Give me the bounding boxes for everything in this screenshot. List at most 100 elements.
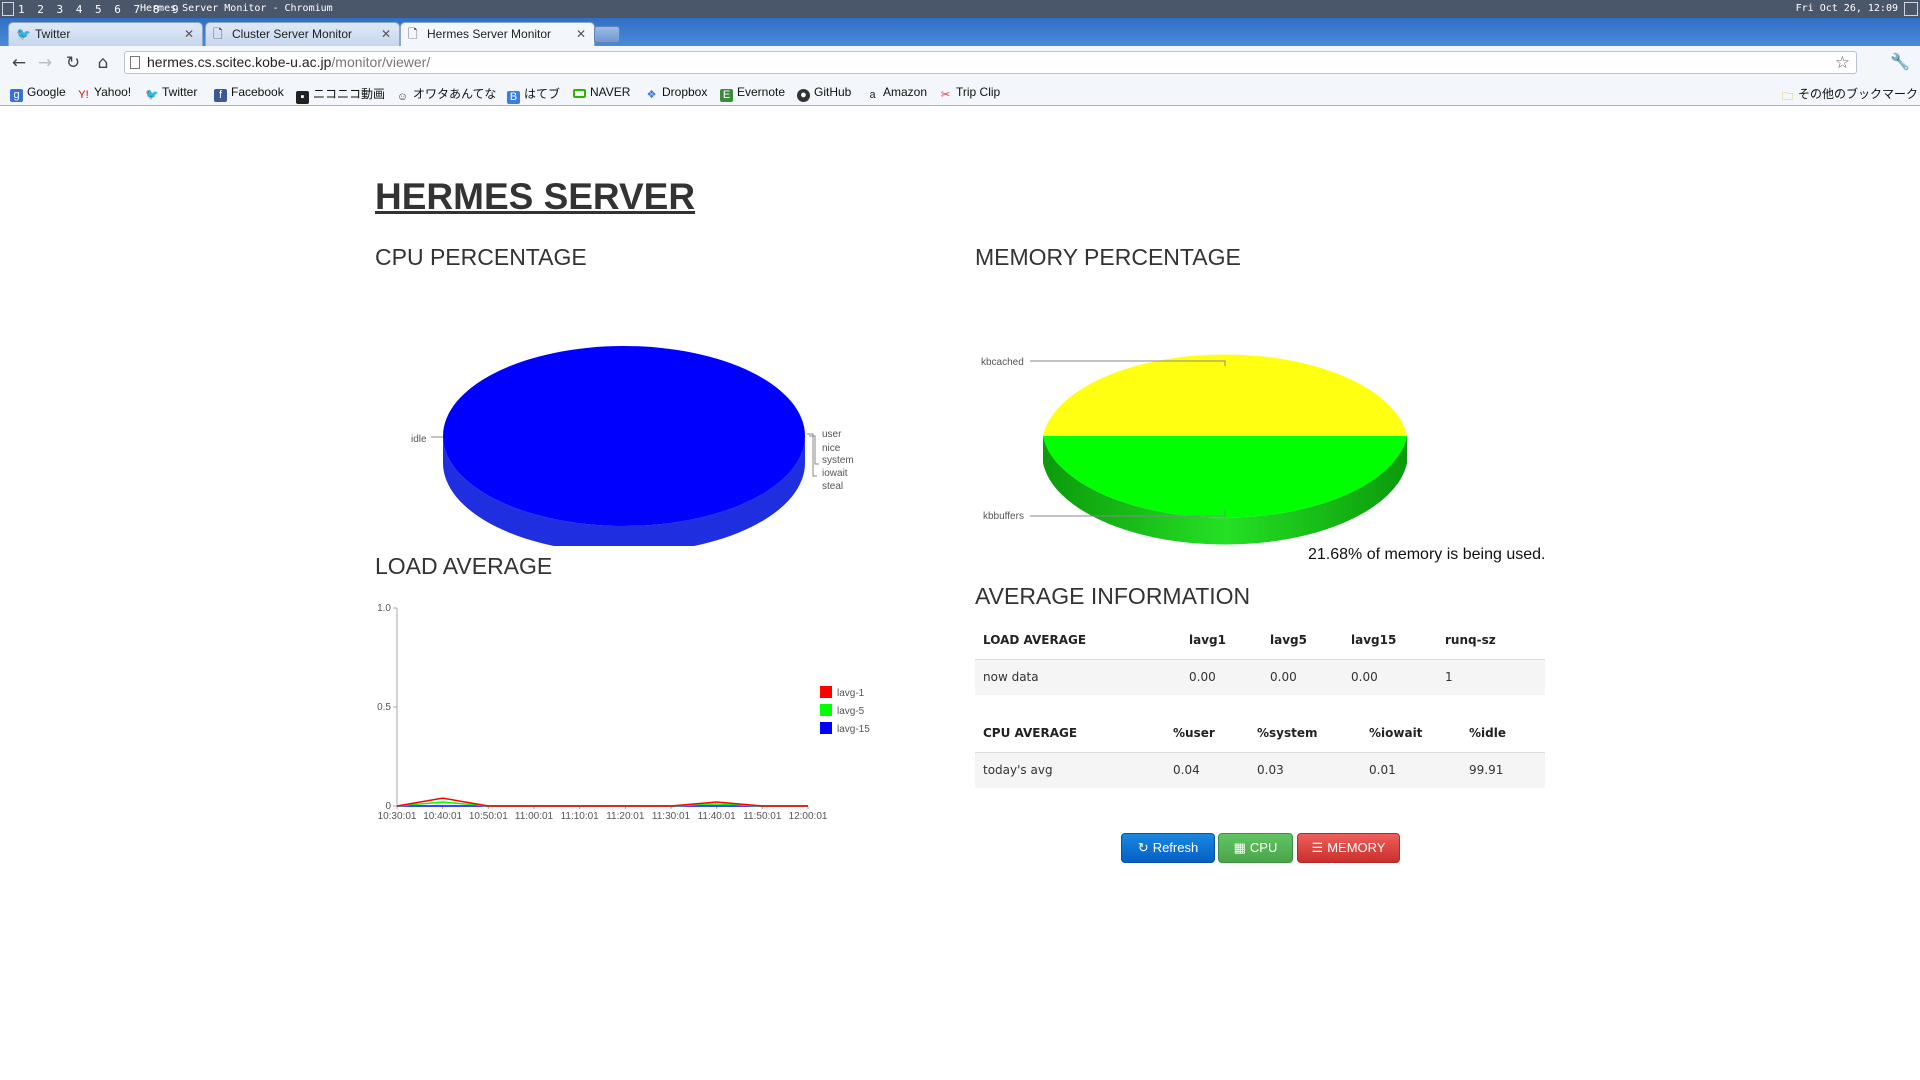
bookmark-label: Trip Clip — [956, 85, 1001, 99]
series-line-lavg-1 — [396, 797, 808, 807]
bookmark-star-icon[interactable]: ☆ — [1835, 52, 1850, 73]
y-tick-label: 0.5 — [377, 702, 391, 713]
table-header: lavg5 — [1262, 621, 1343, 660]
x-tick-label: 11:10:01 — [561, 811, 600, 821]
bookmark-tripclip[interactable]: ✂ Trip Clip — [939, 85, 1000, 102]
slice-label-user: user — [822, 429, 842, 440]
tab-label: Twitter — [35, 27, 71, 41]
close-icon[interactable]: ✕ — [576, 27, 586, 41]
window-layout-icon[interactable] — [1904, 2, 1918, 16]
slice-label-system: system — [822, 455, 854, 466]
page-icon — [130, 56, 140, 69]
back-arrow-icon[interactable]: ← — [8, 52, 30, 74]
table-cell: 99.91 — [1461, 752, 1545, 788]
table-header: lavg1 — [1181, 621, 1262, 660]
bookmark-label: はてブ — [524, 87, 561, 101]
slice-label-kbcached: kbcached — [981, 357, 1024, 368]
x-tick-label: 10:50:01 — [469, 811, 508, 821]
refresh-icon: ↻ — [1137, 840, 1149, 855]
os-top-bar: 1 2 3 4 5 6 7 8 9 Hermes Server Monitor … — [0, 0, 1920, 18]
dropbox-icon: ❖ — [646, 89, 657, 101]
table-header: %iowait — [1361, 714, 1461, 753]
bookmark-twitter[interactable]: 🐦 Twitter — [145, 85, 197, 102]
google-icon: g — [10, 89, 23, 102]
twitter-icon: 🐦 — [145, 89, 159, 101]
table-cell: 0.00 — [1181, 659, 1262, 695]
cpu-heading: CPU PERCENTAGE — [375, 244, 587, 270]
memory-heading: MEMORY PERCENTAGE — [975, 244, 1241, 270]
x-tick-label: 11:00:01 — [515, 811, 554, 821]
page-content: HERMES SERVER CPU PERCENTAGE MEMORY PERC… — [0, 106, 1920, 1080]
button-label: Refresh — [1152, 840, 1199, 855]
table-header: runq-sz — [1437, 621, 1545, 660]
bookmark-yahoo[interactable]: Y! Yahoo! — [77, 85, 131, 102]
slice-label-idle: idle — [411, 434, 427, 445]
x-tick-label: 10:40:01 — [423, 811, 462, 821]
bookmark-hatena[interactable]: B はてブ — [507, 85, 560, 104]
legend-label-lavg-1: lavg-1 — [837, 688, 865, 699]
bookmark-label: Amazon — [883, 85, 928, 99]
tab-label: Cluster Server Monitor — [232, 27, 353, 41]
legend-swatch-lavg-15 — [820, 722, 832, 734]
tab-cluster-monitor[interactable]: 🗋 Cluster Server Monitor ✕ — [205, 22, 400, 46]
bookmark-owata[interactable]: ☺ オワタあんてな — [396, 85, 497, 104]
page-icon: 🗋 — [408, 27, 418, 41]
x-tick-label: 12:00:01 — [789, 811, 828, 821]
bookmark-naver[interactable]: NAVER — [573, 85, 630, 99]
table-header: %system — [1249, 714, 1361, 753]
list-icon: ☰ — [1311, 840, 1324, 855]
bookmark-label: Evernote — [737, 85, 786, 99]
tab-twitter[interactable]: 🐦 Twitter ✕ — [8, 22, 203, 46]
tab-hermes-monitor[interactable]: 🗋 Hermes Server Monitor ✕ — [400, 22, 595, 46]
table-header: lavg15 — [1343, 621, 1437, 660]
browser-toolbar: ← → ↻ ⌂ hermes.cs.scitec.kobe-u.ac.jp/mo… — [0, 46, 1920, 80]
bookmark-nicovideo[interactable]: ▪ ニコニコ動画 — [296, 85, 385, 104]
reload-icon[interactable]: ↻ — [62, 52, 84, 74]
owata-icon: ☺ — [396, 91, 409, 103]
bookmark-label: NAVER — [590, 85, 631, 99]
cpu-button[interactable]: ▦ CPU — [1218, 833, 1293, 863]
load-average-chart: 00.51.010:30:01 10:40:01 10:50:01 11:00:01 1… — [377, 603, 870, 821]
y-tick-label: 1.0 — [377, 603, 391, 614]
bookmark-evernote[interactable]: E Evernote — [720, 85, 785, 102]
tab-label: Hermes Server Monitor — [427, 27, 552, 41]
other-bookmarks-folder[interactable]: 🗀 その他のブックマーク — [1781, 85, 1918, 104]
wrench-menu-icon[interactable]: 🔧 — [1890, 52, 1910, 71]
bookmark-amazon[interactable]: a Amazon — [866, 85, 927, 102]
twitter-icon: 🐦 — [16, 27, 31, 41]
home-icon[interactable]: ⌂ — [92, 52, 114, 74]
url-host: hermes.cs.scitec.kobe-u.ac.jp — [147, 54, 332, 70]
nicovideo-icon: ▪ — [296, 91, 309, 104]
bookmark-google[interactable]: g Google — [10, 85, 66, 102]
refresh-button[interactable]: ↻ Refresh — [1121, 833, 1215, 863]
button-label: CPU — [1249, 840, 1278, 855]
close-icon[interactable]: ✕ — [381, 27, 391, 41]
hatena-icon: B — [507, 91, 520, 104]
address-bar[interactable]: hermes.cs.scitec.kobe-u.ac.jp/monitor/vi… — [124, 51, 1857, 74]
url-path: /monitor/viewer/ — [331, 54, 431, 70]
bookmark-label: Dropbox — [662, 85, 708, 99]
slice-label-iowait: iowait — [822, 468, 848, 479]
bookmark-dropbox[interactable]: ❖ Dropbox — [645, 85, 708, 102]
avg-heading: AVERAGE INFORMATION — [975, 583, 1251, 609]
legend-label-lavg-5: lavg-5 — [837, 706, 865, 717]
bookmark-facebook[interactable]: f Facebook — [214, 85, 284, 102]
table-header-row: CPU AVERAGE %user %system %iowait %idle — [975, 714, 1545, 753]
table-cell: 1 — [1437, 659, 1545, 695]
button-label: MEMORY — [1327, 840, 1386, 855]
os-menu-icon[interactable] — [2, 2, 14, 16]
forward-arrow-icon[interactable]: → — [34, 52, 56, 74]
table-cell: today's avg — [975, 752, 1165, 788]
amazon-icon: a — [869, 89, 876, 101]
pie-slice-kbcached — [1043, 354, 1407, 436]
bookmarks-bar: g Google Y! Yahoo! 🐦 Twitter f Facebook ▪ ニコニ… — [0, 80, 1920, 106]
table-header: %user — [1165, 714, 1249, 753]
slice-label-steal: steal — [822, 481, 843, 492]
legend-swatch-lavg-5 — [820, 704, 832, 716]
bookmark-github[interactable]: ● GitHub — [797, 85, 851, 102]
bookmark-label: Twitter — [162, 85, 198, 99]
x-tick-label: 11:20:01 — [606, 811, 645, 821]
close-icon[interactable]: ✕ — [184, 27, 194, 41]
memory-button[interactable]: ☰ MEMORY — [1297, 833, 1400, 863]
new-tab-button[interactable] — [594, 26, 620, 43]
